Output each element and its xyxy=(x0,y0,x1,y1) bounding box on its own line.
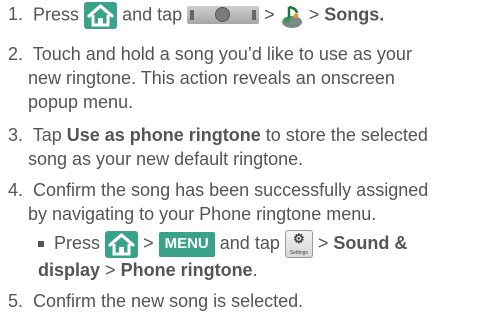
home-icon xyxy=(84,2,118,29)
step-3-line-1: 3. Tap Use as phone ringtone to store th… xyxy=(8,123,484,147)
launcher-tab-icon xyxy=(187,5,260,24)
step-text: Touch and hold a song you’d like to use … xyxy=(32,44,412,64)
step-text: Confirm the song has been successfully a… xyxy=(33,180,429,200)
step-text: Press xyxy=(54,232,101,253)
step-text: Press xyxy=(33,4,80,25)
step-4-line-1: 4. Confirm the song has been successfull… xyxy=(8,178,484,202)
step-text: to store the selected xyxy=(265,125,428,145)
step-text: popup menu. xyxy=(28,92,134,112)
step-4-line-2: by navigating to your Phone ringtone men… xyxy=(8,202,484,226)
step-5: 5. Confirm the new song is selected. xyxy=(8,289,484,313)
step-4-substep-line-2: display > Phone ringtone. xyxy=(8,258,484,282)
home-icon xyxy=(105,230,139,258)
step-1: 1. Press and tap > > Songs. xyxy=(8,2,484,29)
separator: > xyxy=(264,4,275,25)
step-text: and tap xyxy=(219,232,280,253)
settings-icon-caption: Settings xyxy=(289,250,308,256)
phone-ringtone-item: Phone ringtone xyxy=(120,260,253,280)
step-text: Confirm the new song is selected. xyxy=(33,291,304,311)
step-text: Tap xyxy=(32,125,62,145)
step-text: new ringtone. This action reveals an ons… xyxy=(28,68,395,88)
punctuation: . xyxy=(252,260,258,280)
step-text: song as your new default ringtone. xyxy=(28,149,304,169)
step-number: 1. xyxy=(8,4,24,25)
punctuation: . xyxy=(379,4,385,25)
step-5-line: 5. Confirm the new song is selected. xyxy=(8,289,484,313)
bullet xyxy=(38,241,44,247)
separator: > xyxy=(317,232,329,253)
step-2-line-3: popup menu. xyxy=(8,90,484,114)
step-number: 4. xyxy=(8,180,24,200)
step-4-substep: Press > MENU and tap ⚙ Settings > Sound … xyxy=(8,230,484,258)
separator: > xyxy=(105,260,116,280)
step-2: 2. Touch and hold a song you’d like to u… xyxy=(8,42,484,114)
step-2-line-2: new ringtone. This action reveals an ons… xyxy=(8,66,484,90)
step-number: 2. xyxy=(8,44,24,64)
step-2-line-1: 2. Touch and hold a song you’d like to u… xyxy=(8,42,484,66)
step-number: 5. xyxy=(8,291,24,311)
step-4: 4. Confirm the song has been successfull… xyxy=(8,178,484,282)
separator: > xyxy=(143,232,154,253)
menu-key: MENU xyxy=(158,231,215,257)
songs-target: Songs xyxy=(324,4,380,25)
step-3: 3. Tap Use as phone ringtone to store th… xyxy=(8,123,484,171)
step-number: 3. xyxy=(8,125,24,145)
settings-icon: ⚙ Settings xyxy=(284,230,313,258)
sound-display-item-cont: display xyxy=(38,260,101,280)
step-text: by navigating to your Phone ringtone men… xyxy=(28,204,377,224)
music-app-icon xyxy=(280,3,304,29)
use-as-ringtone-action: Use as phone ringtone xyxy=(66,125,261,145)
separator: > xyxy=(308,4,320,25)
step-text: and tap xyxy=(122,4,183,25)
sound-display-item: Sound & xyxy=(333,232,408,253)
step-3-line-2: song as your new default ringtone. xyxy=(8,147,484,171)
step-1-line: 1. Press and tap > > Songs. xyxy=(8,2,484,29)
